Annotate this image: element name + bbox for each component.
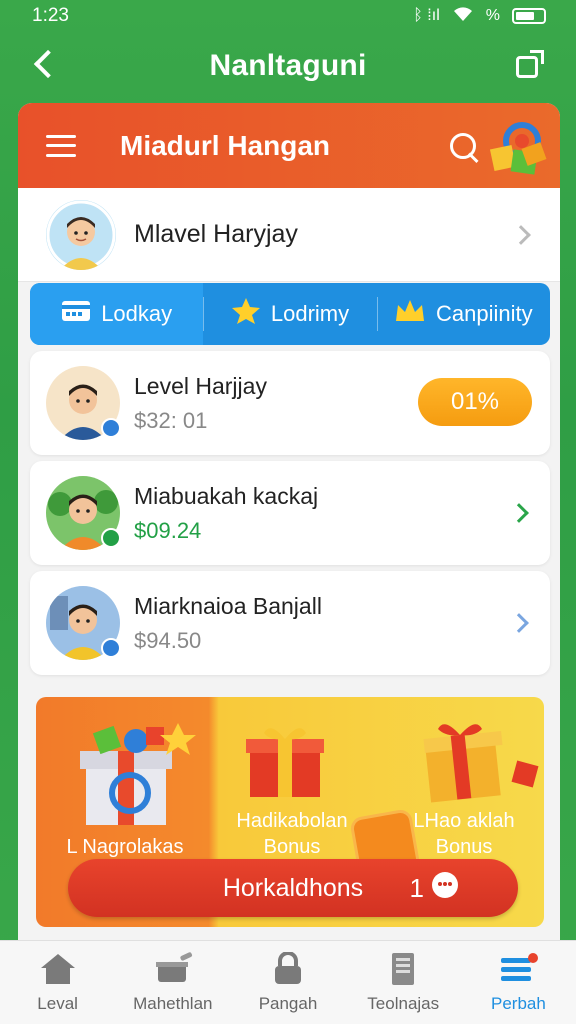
nav-label: Pangah	[258, 993, 318, 1013]
crown-icon	[394, 297, 426, 331]
list-item-amount: $32: 01	[134, 407, 208, 433]
chevron-right-icon[interactable]	[509, 503, 529, 523]
verified-badge-icon	[101, 638, 121, 658]
promo-banner[interactable]: L Nagrolakas Hadikabolan Bonus LHao akla…	[36, 697, 544, 927]
gift-blocks-icon[interactable]	[486, 117, 548, 179]
page-title: Nanltaguni	[209, 49, 367, 82]
verified-badge-icon	[101, 528, 121, 548]
profile-name: Mlavel Haryjay	[134, 220, 298, 248]
star-icon	[231, 296, 261, 332]
list-item-amount: $94.50	[134, 627, 202, 653]
nav-leval[interactable]: Leval	[0, 941, 115, 1024]
list-item[interactable]: Level Harjjay $32: 01 01%	[30, 351, 550, 455]
profile-avatar	[46, 199, 116, 270]
card-icon	[61, 299, 91, 329]
status-icons: ᛒ ⁞ıl %	[413, 6, 546, 27]
home-icon	[39, 952, 77, 986]
promo-count-value: 1	[409, 872, 424, 903]
avatar-wrap	[46, 366, 121, 440]
tab-label: Canpiinity	[436, 301, 533, 326]
tab-canpiinity[interactable]: Canpiinity	[376, 283, 550, 345]
profile-row[interactable]: Mlavel Haryjay	[18, 188, 560, 282]
top-nav: Nanltaguni	[0, 38, 576, 94]
nav-pangah[interactable]: Pangah	[230, 941, 345, 1024]
promo-count: 1	[410, 859, 460, 917]
list-text: Miabuakah kackaj $09.24	[134, 483, 318, 544]
gift-box-icon	[66, 721, 196, 836]
promo-button-label: Horkaldhons	[222, 873, 364, 902]
nav-teolnajas[interactable]: Teolnajas	[346, 941, 461, 1024]
tab-bar: Lodkay Lodrimy Canpiinity	[30, 283, 550, 345]
battery-percent: %	[485, 7, 500, 24]
red-gift-icon	[240, 721, 330, 806]
wifi-icon	[452, 6, 474, 27]
tab-lodkay[interactable]: Lodkay	[30, 283, 204, 345]
nav-label: Mahethlan	[133, 993, 213, 1013]
percent-pill[interactable]: 01%	[418, 378, 532, 426]
list-item-name: Level Harjjay	[134, 372, 267, 399]
list-item-name: Miabuakah kackaj	[134, 482, 319, 509]
list-item[interactable]: Miarknaioa Banjall $94.50	[30, 571, 550, 675]
tab-label: Lodrimy	[270, 301, 350, 326]
share-arrow-icon	[530, 50, 544, 64]
pot-icon	[154, 951, 192, 986]
list-text: Level Harjjay $32: 01	[134, 373, 267, 434]
promo-button[interactable]: Horkaldhons 1	[68, 859, 518, 917]
menu-icon[interactable]	[46, 134, 76, 157]
lock-icon	[269, 950, 307, 986]
list-item-amount: $09.24	[134, 517, 202, 543]
nav-label: Leval	[37, 993, 78, 1013]
list-menu-icon	[499, 952, 539, 986]
search-icon[interactable]	[450, 133, 480, 163]
bottom-nav: Leval Mahethlan Pangah Teolnajas Perbah	[0, 940, 576, 1024]
tab-lodrimy[interactable]: Lodrimy	[203, 283, 376, 345]
document-icon	[384, 952, 422, 986]
chevron-right-icon[interactable]	[509, 613, 529, 633]
verified-badge-icon	[101, 418, 121, 438]
share-button[interactable]	[516, 50, 544, 78]
status-bar: 1:23 ᛒ ⁞ıl %	[0, 0, 576, 32]
nav-label: Teolnajas	[367, 993, 440, 1013]
gold-gift-icon	[410, 715, 540, 810]
nav-label: Perbah	[491, 993, 546, 1013]
tab-label: Lodkay	[101, 301, 173, 326]
chat-bubble-icon	[430, 870, 460, 907]
status-time: 1:23	[32, 5, 69, 26]
battery-icon	[512, 8, 546, 24]
promo-mid-label-2: Bonus	[263, 836, 321, 858]
header-title: Miadurl Hangan	[120, 129, 331, 161]
list-item-name: Miarknaioa Banjall	[134, 592, 322, 619]
promo-left-label: L Nagrolakas	[66, 836, 184, 858]
chevron-right-icon	[511, 224, 531, 245]
list-text: Miarknaioa Banjall $94.50	[134, 593, 322, 654]
avatar-wrap	[46, 586, 121, 660]
promo-mid-label-1: Hadikabolan	[236, 810, 348, 832]
card-header: Miadurl Hangan	[18, 103, 560, 188]
list-item[interactable]: Miabuakah kackaj $09.24	[30, 461, 550, 565]
signal-icon: ᛒ ⁞ıl	[413, 7, 440, 24]
main-card: Miadurl Hangan Mlavel Haryjay Lodkay Lod…	[18, 103, 560, 963]
back-button[interactable]	[30, 50, 60, 80]
avatar-wrap	[46, 476, 121, 550]
nav-mahethlan[interactable]: Mahethlan	[115, 941, 230, 1024]
nav-perbah[interactable]: Perbah	[461, 941, 576, 1024]
